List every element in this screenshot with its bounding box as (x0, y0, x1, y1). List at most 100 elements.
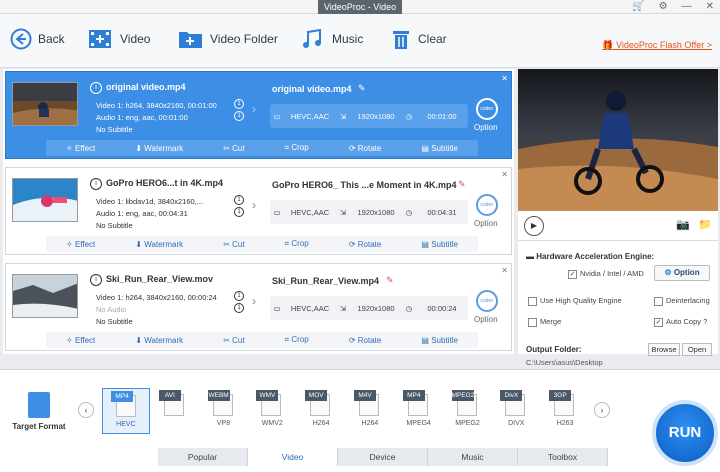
video-track-index[interactable]: 1 (234, 195, 244, 205)
resolution-icon: ⇲ (339, 207, 347, 217)
gear-icon[interactable]: ⚙ (659, 0, 668, 14)
option-button[interactable]: Option (474, 219, 498, 228)
video-item[interactable]: i Ski_Run_Rear_View.mov Video 1: h264, 3… (5, 263, 512, 351)
video-stream: Video 1: h264, 3840x2160, 00:00:24 (96, 293, 217, 302)
output-path: C:\Users\asus\Desktop (526, 358, 603, 367)
auto-copy-checkbox[interactable]: ✓ Auto Copy ? (654, 317, 707, 327)
video-track-index[interactable]: 1 (234, 291, 244, 301)
format-mp4-mpeg4[interactable]: MP4 MPEG4 (395, 388, 443, 434)
codec-option-icon[interactable]: codec (476, 194, 498, 216)
hw-accel-title: ▬ Hardware Acceleration Engine: (526, 252, 655, 261)
play-icon[interactable]: ▶ (524, 216, 544, 236)
format-m4v[interactable]: M4V H264 (346, 388, 394, 434)
title-bar: VideoProc - Video 🛒 ⚙ — ✕ (0, 0, 720, 14)
crop-button[interactable]: ⌗ Crop (285, 143, 309, 153)
audio-track-index[interactable]: 1 (234, 303, 244, 313)
info-icon[interactable]: i (90, 82, 102, 94)
high-quality-checkbox[interactable]: Use High Quality Engine (528, 296, 622, 306)
add-music-button[interactable]: Music (300, 28, 363, 50)
video-stream: Video 1: h264, 3840x2160, 00:01:00 (96, 101, 217, 110)
clear-button[interactable]: Clear (390, 28, 447, 50)
crop-button[interactable]: ⌗ Crop (285, 239, 309, 249)
info-icon[interactable]: i (90, 274, 102, 286)
pencil-icon[interactable]: ✎ (458, 179, 466, 190)
tab-device[interactable]: Device (338, 448, 428, 466)
folder-icon[interactable]: 📁 (698, 218, 712, 231)
cut-button[interactable]: ✂ Cut (223, 240, 244, 249)
effect-button[interactable]: ✧ Effect (66, 240, 95, 249)
audio-track-index[interactable]: 1 (234, 207, 244, 217)
subtitle-button[interactable]: ▤ Subtitle (421, 240, 457, 249)
format-mp4-hevc[interactable]: MP4 HEVC (102, 388, 150, 434)
watermark-button[interactable]: ⬇ Watermark (135, 240, 183, 249)
subtitle-button[interactable]: ▤ Subtitle (421, 144, 457, 153)
next-format-icon[interactable]: › (594, 402, 610, 418)
subtitle-button[interactable]: ▤ Subtitle (421, 336, 457, 345)
target-format[interactable]: Target Format (8, 392, 70, 431)
info-icon[interactable]: i (90, 178, 102, 190)
deinterlacing-checkbox[interactable]: Deinterlacing (654, 296, 710, 306)
option-button[interactable]: Option (474, 123, 498, 132)
cart-icon[interactable]: 🛒 (632, 0, 644, 14)
rotate-button[interactable]: ⟳ Rotate (349, 144, 382, 153)
format-3gp[interactable]: 3GP H263 (541, 388, 589, 434)
remove-item-icon[interactable]: ✕ (501, 266, 508, 275)
video-item[interactable]: i original video.mp4 Video 1: h264, 3840… (5, 71, 512, 159)
format-divx[interactable]: DivX DIVX (492, 388, 540, 434)
format-wmv[interactable]: WMV WMV2 (248, 388, 296, 434)
run-button[interactable]: RUN (652, 400, 718, 466)
effect-button[interactable]: ✧ Effect (66, 144, 95, 153)
output-filename[interactable]: Ski_Run_Rear_View.mp4 (272, 276, 379, 286)
video-thumbnail[interactable] (12, 178, 78, 222)
close-icon[interactable]: ✕ (706, 0, 714, 14)
codec-option-icon[interactable]: codec (476, 98, 498, 120)
format-mov[interactable]: MOV H264 (297, 388, 345, 434)
tab-music[interactable]: Music (428, 448, 518, 466)
output-resolution: 1920x1080 (357, 207, 395, 217)
merge-checkbox[interactable]: Merge (528, 317, 561, 327)
flash-offer-link[interactable]: 🎁 VideoProc Flash Offer > (602, 40, 712, 51)
camera-icon[interactable]: 📷 (676, 218, 690, 231)
nvidia-checkbox[interactable]: ✓ Nvidia / Intel / AMD (568, 269, 644, 279)
tab-video[interactable]: Video (248, 448, 338, 466)
option-button[interactable]: Option (474, 315, 498, 324)
watermark-button[interactable]: ⬇ Watermark (135, 144, 183, 153)
watermark-button[interactable]: ⬇ Watermark (135, 336, 183, 345)
video-preview[interactable] (518, 69, 718, 211)
add-video-folder-button[interactable]: Video Folder (178, 28, 278, 50)
format-avi[interactable]: AVI (151, 388, 199, 434)
pencil-icon[interactable]: ✎ (358, 83, 366, 94)
high-quality-label: Use High Quality Engine (540, 296, 622, 305)
video-thumbnail[interactable] (12, 274, 78, 318)
audio-track-index[interactable]: 1 (234, 111, 244, 121)
help-icon[interactable]: ? (703, 317, 707, 326)
video-thumbnail[interactable] (12, 82, 78, 126)
hw-option-button[interactable]: ⚙ Option (654, 265, 710, 281)
add-video-button[interactable]: Video (88, 28, 150, 50)
prev-format-icon[interactable]: ‹ (78, 402, 94, 418)
open-button[interactable]: Open (682, 343, 712, 356)
crop-button[interactable]: ⌗ Crop (285, 335, 309, 345)
rotate-button[interactable]: ⟳ Rotate (349, 240, 382, 249)
remove-item-icon[interactable]: ✕ (501, 170, 508, 179)
tab-popular[interactable]: Popular (158, 448, 248, 466)
tab-toolbox[interactable]: Toolbox (518, 448, 608, 466)
video-item[interactable]: i GoPro HERO6...t in 4K.mp4 Video 1: lib… (5, 167, 512, 255)
cut-button[interactable]: ✂ Cut (223, 144, 244, 153)
remove-item-icon[interactable]: ✕ (501, 74, 508, 83)
video-track-index[interactable]: 1 (234, 99, 244, 109)
output-info: ▭ HEVC,AAC ⇲ 1920x1080 ◷ 00:04:31 (270, 200, 468, 224)
auto-copy-label: Auto Copy (666, 317, 702, 326)
cut-button[interactable]: ✂ Cut (223, 336, 244, 345)
output-filename[interactable]: GoPro HERO6_ This ...e Moment in 4K.mp4 (272, 180, 457, 190)
minimize-icon[interactable]: — (682, 0, 692, 14)
format-webm[interactable]: WEBM VP8 (200, 388, 248, 434)
rotate-button[interactable]: ⟳ Rotate (349, 336, 382, 345)
effect-button[interactable]: ✧ Effect (66, 336, 95, 345)
codec-option-icon[interactable]: codec (476, 290, 498, 312)
output-filename[interactable]: original video.mp4 (272, 84, 352, 94)
back-button[interactable]: Back (10, 28, 65, 50)
format-mpeg2[interactable]: MPEG2 MPEG2 (444, 388, 492, 434)
browse-button[interactable]: Browse (648, 343, 680, 356)
pencil-icon[interactable]: ✎ (386, 275, 394, 286)
